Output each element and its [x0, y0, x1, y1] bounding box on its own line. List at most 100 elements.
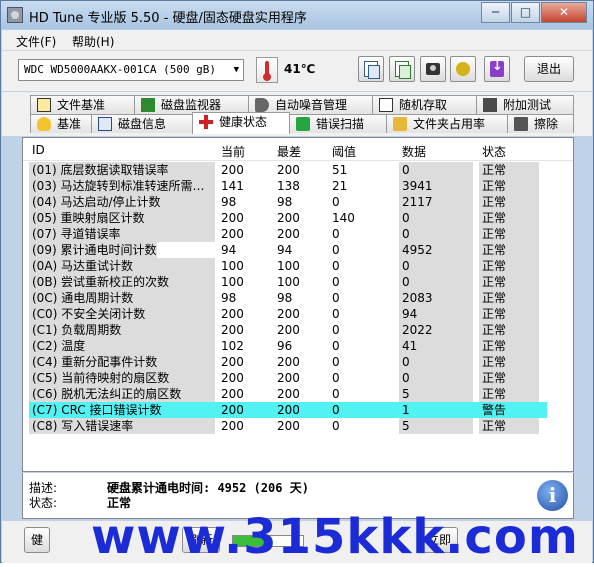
menu-file[interactable]: 文件(F): [16, 33, 56, 50]
table-row[interactable]: (C2) 温度 102 96 0 41 正常: [23, 338, 573, 354]
cell-status: 正常: [482, 323, 507, 337]
table-row[interactable]: (05) 重映射扇区计数 200 200 140 0 正常: [23, 210, 573, 226]
cell-current: 100: [221, 259, 244, 273]
tab-label: 附加测试: [503, 98, 552, 112]
drive-select[interactable]: WDC WD5000AAKX-001CA (500 gB) ▼: [18, 59, 244, 81]
tab-extra-tests[interactable]: 附加测试: [476, 95, 574, 114]
maximize-button[interactable]: □: [511, 2, 540, 23]
row-shade: [399, 354, 473, 370]
screenshot-button[interactable]: [420, 56, 446, 82]
table-row[interactable]: (C5) 当前待映射的扇区数 200 200 0 0 正常: [23, 370, 573, 386]
cell-status: 正常: [482, 371, 507, 385]
file-benchmark-icon: [37, 98, 51, 112]
cell-worst: 200: [277, 387, 300, 401]
close-button[interactable]: ✕: [541, 2, 587, 23]
table-row[interactable]: (C4) 重新分配事件计数 200 200 0 0 正常: [23, 354, 573, 370]
cell-worst: 200: [277, 227, 300, 241]
header-status[interactable]: 状态: [482, 143, 506, 160]
cell-status: 正常: [482, 275, 507, 289]
table-row[interactable]: (03) 马达旋转到标准转速所需… 141 138 21 3941 正常: [23, 178, 573, 194]
cell-threshold: 0: [332, 403, 340, 417]
save-button[interactable]: [484, 56, 510, 82]
tab-health[interactable]: 健康状态: [192, 112, 290, 134]
header-threshold[interactable]: 阈值: [332, 143, 356, 160]
table-row[interactable]: (0A) 马达重试计数 100 100 0 0 正常: [23, 258, 573, 274]
caption-buttons: ─ □ ✕: [480, 2, 587, 23]
title-bar[interactable]: HD Tune 专业版 5.50 - 硬盘/固态硬盘实用程序 ─ □ ✕: [1, 1, 593, 29]
tab-error-scan[interactable]: 错误扫描: [289, 114, 387, 133]
table-header: ID 当前 最差 阈值 数据 状态: [23, 138, 573, 161]
table-row[interactable]: (0B) 尝试重新校正的次数 100 100 0 0 正常: [23, 274, 573, 290]
header-id[interactable]: ID: [32, 143, 45, 157]
trash-icon: [514, 117, 528, 131]
row-shade: [399, 370, 473, 386]
header-worst[interactable]: 最差: [277, 143, 301, 160]
table-row[interactable]: (07) 寻道错误率 200 200 0 0 正常: [23, 226, 573, 242]
error-scan-icon: [296, 117, 310, 131]
tab-label: 错误扫描: [316, 117, 365, 131]
cell-threshold: 0: [332, 355, 340, 369]
table-row[interactable]: (09) 累计通电时间计数 94 94 0 4952 正常: [23, 242, 573, 258]
table-row[interactable]: (C6) 脱机无法纠正的扇区数 200 200 0 5 正常: [23, 386, 573, 402]
cell-worst: 200: [277, 307, 300, 321]
header-data[interactable]: 数据: [402, 143, 426, 160]
minimize-button[interactable]: ─: [481, 2, 510, 23]
cell-data: 5: [402, 387, 410, 401]
cell-worst: 200: [277, 371, 300, 385]
drive-select-value: WDC WD5000AAKX-001CA (500 gB): [24, 63, 217, 76]
cell-current: 200: [221, 403, 244, 417]
header-current[interactable]: 当前: [221, 143, 245, 160]
cell-worst: 200: [277, 419, 300, 433]
copy-text-button[interactable]: [358, 56, 384, 82]
exit-button[interactable]: 退出: [524, 56, 574, 82]
cell-current: 200: [221, 419, 244, 433]
tab-benchmark[interactable]: 基准: [30, 114, 92, 133]
cell-name: (09) 累计通电时间计数: [32, 243, 157, 257]
cell-data: 0: [402, 371, 410, 385]
tab-folder-usage[interactable]: 文件夹占用率: [386, 114, 508, 133]
tab-erase[interactable]: 擦除: [507, 114, 574, 133]
cell-name: (01) 底层数据读取错误率: [32, 163, 169, 177]
cell-data: 4952: [402, 243, 433, 257]
cell-current: 200: [221, 323, 244, 337]
table-row[interactable]: (C1) 负载周期数 200 200 0 2022 正常: [23, 322, 573, 338]
download-icon: [490, 59, 504, 77]
menu-help[interactable]: 帮助(H): [72, 33, 114, 50]
cell-name: (C7) CRC 接口错误计数: [32, 403, 162, 417]
tab-label: 基准: [57, 117, 82, 131]
cell-status: 正常: [482, 195, 507, 209]
cell-threshold: 0: [332, 307, 340, 321]
cell-data: 94: [402, 307, 418, 321]
cell-worst: 200: [277, 211, 300, 225]
tab-strip: 文件基准 磁盘监视器 自动噪音管理 随机存取 附加测试 基准 磁盘信息 健康状态…: [2, 92, 592, 136]
table-row[interactable]: (01) 底层数据读取错误率 200 200 51 0 正常: [23, 162, 573, 178]
health-log-button[interactable]: 健: [24, 527, 51, 553]
table-row[interactable]: (04) 马达启动/停止计数 98 98 0 2117 正常: [23, 194, 573, 210]
cell-worst: 96: [277, 339, 293, 353]
disk-monitor-icon: [141, 98, 155, 112]
table-row[interactable]: (C0) 不安全关闭计数 200 200 0 94 正常: [23, 306, 573, 322]
tab-random-access[interactable]: 随机存取: [372, 95, 477, 114]
table-row[interactable]: (0C) 通电周期计数 98 98 0 2083 正常: [23, 290, 573, 306]
options-button[interactable]: [450, 56, 476, 82]
copy-icon: [364, 61, 380, 79]
tab-disk-info[interactable]: 磁盘信息: [91, 114, 193, 133]
cell-current: 98: [221, 195, 237, 209]
cell-current: 200: [221, 355, 244, 369]
row-shade: [399, 226, 473, 242]
cell-data: 3941: [402, 179, 433, 193]
cell-status: 正常: [482, 307, 507, 321]
table-row[interactable]: (C7) CRC 接口错误计数 200 200 0 1 警告: [29, 402, 547, 418]
lightbulb-icon: [37, 117, 51, 131]
watermark-text: www.315kkk.com: [91, 509, 579, 565]
cell-status: 正常: [482, 339, 507, 353]
cell-status: 正常: [482, 355, 507, 369]
cell-current: 141: [221, 179, 244, 193]
row-shade: [399, 274, 473, 290]
copy-all-button[interactable]: [389, 56, 415, 82]
cell-worst: 200: [277, 163, 300, 177]
table-row[interactable]: (C8) 写入错误速率 200 200 0 5 正常: [23, 418, 573, 434]
tab-file-benchmark[interactable]: 文件基准: [30, 95, 135, 114]
cell-name: (C8) 写入错误速率: [32, 419, 134, 433]
cell-worst: 94: [277, 243, 293, 257]
